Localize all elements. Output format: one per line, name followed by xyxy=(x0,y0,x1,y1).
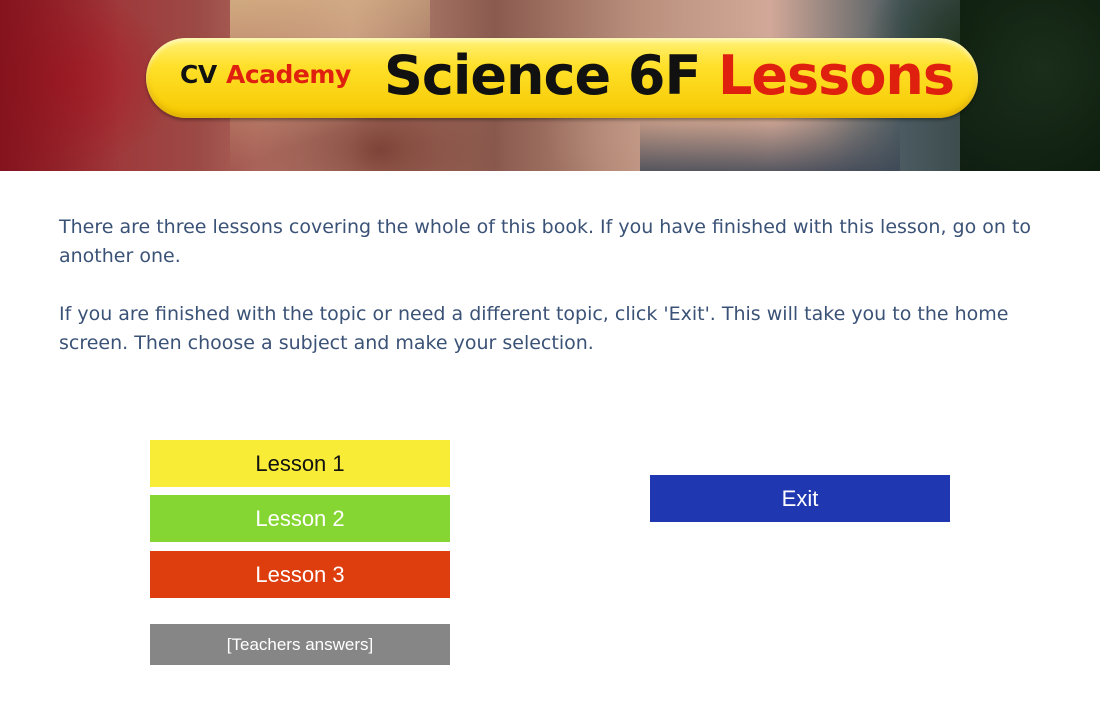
brand-cv: CV xyxy=(180,60,217,89)
title-logo: CV Academy Science 6F Lessons xyxy=(146,38,978,118)
teachers-answers-button[interactable]: [Teachers answers] xyxy=(150,624,450,665)
lesson-1-button[interactable]: Lesson 1 xyxy=(150,440,450,487)
header-banner: CV Academy Science 6F Lessons xyxy=(0,0,1100,171)
banner-photo-jacket xyxy=(640,120,900,171)
lesson-3-button[interactable]: Lesson 3 xyxy=(150,551,450,598)
lesson-2-button[interactable]: Lesson 2 xyxy=(150,495,450,542)
banner-photo-tree xyxy=(960,0,1100,171)
banner-photo-left xyxy=(0,0,120,171)
exit-button[interactable]: Exit xyxy=(650,475,950,522)
brand-academy: Academy xyxy=(226,60,351,89)
page: CV Academy Science 6F Lessons There are … xyxy=(0,0,1100,726)
intro-paragraph-1: There are three lessons covering the who… xyxy=(59,216,1032,267)
page-title-main: Science 6F xyxy=(384,44,701,107)
intro-paragraph-2: If you are finished with the topic or ne… xyxy=(59,303,1009,354)
page-title-accent: Lessons xyxy=(718,44,955,107)
